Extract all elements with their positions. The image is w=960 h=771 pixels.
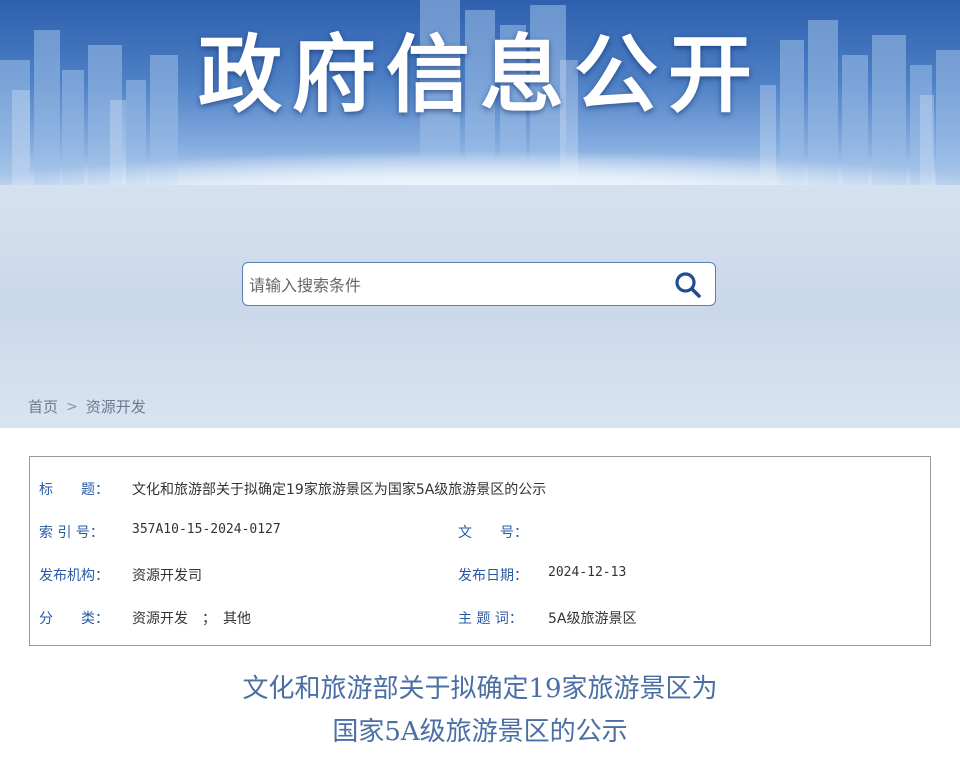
document-title-line-2: 国家5A级旅游景区的公示 [332, 717, 628, 747]
main-content: 标 题： 文化和旅游部关于拟确定19家旅游景区为国家5A级旅游景区的公示 索 引… [0, 428, 960, 771]
breadcrumb-current[interactable]: 资源开发 [86, 398, 146, 416]
meta-publisher-label: 发布机构： [39, 568, 109, 584]
chevron-right-icon: > [66, 398, 78, 415]
search-box [242, 262, 716, 306]
search-icon [675, 272, 701, 298]
meta-index-value: 357A10-15-2024-0127 [132, 522, 281, 537]
meta-category-label: 分 类： [39, 611, 109, 627]
document-title: 文化和旅游部关于拟确定19家旅游景区为 国家5A级旅游景区的公示 [0, 668, 960, 754]
document-metadata-table: 标 题： 文化和旅游部关于拟确定19家旅游景区为国家5A级旅游景区的公示 索 引… [29, 456, 931, 646]
header-banner: 政府信息公开 [0, 0, 960, 185]
meta-row-category: 分 类： 资源开发 ； 其他 主 题 词： 5A级旅游景区 [30, 608, 930, 632]
meta-docno-label: 文 号： [458, 525, 528, 541]
meta-index-label: 索 引 号： [39, 525, 104, 541]
breadcrumb-home-link[interactable]: 首页 [28, 398, 58, 416]
meta-row-publisher: 发布机构： 资源开发司 发布日期： 2024-12-13 [30, 565, 930, 589]
document-title-line-1: 文化和旅游部关于拟确定19家旅游景区为 [242, 674, 718, 704]
meta-subject-label: 主 题 词： [458, 611, 523, 627]
search-button[interactable] [673, 270, 703, 300]
meta-publisher-value: 资源开发司 [132, 568, 202, 584]
meta-category-value: 资源开发 ； 其他 [132, 611, 251, 627]
meta-row-title: 标 题： 文化和旅游部关于拟确定19家旅游景区为国家5A级旅游景区的公示 [30, 479, 930, 503]
banner-title: 政府信息公开 [197, 26, 762, 124]
meta-date-label: 发布日期： [458, 568, 528, 584]
breadcrumb: 首页 > 资源开发 [28, 396, 146, 417]
search-input[interactable] [247, 269, 651, 301]
search-section: 首页 > 资源开发 [0, 185, 960, 428]
meta-title-label: 标 题： [39, 482, 109, 498]
meta-title-value: 文化和旅游部关于拟确定19家旅游景区为国家5A级旅游景区的公示 [132, 482, 547, 498]
meta-date-value: 2024-12-13 [548, 565, 627, 580]
meta-subject-value: 5A级旅游景区 [548, 611, 637, 627]
meta-row-index: 索 引 号： 357A10-15-2024-0127 文 号： [30, 522, 930, 546]
